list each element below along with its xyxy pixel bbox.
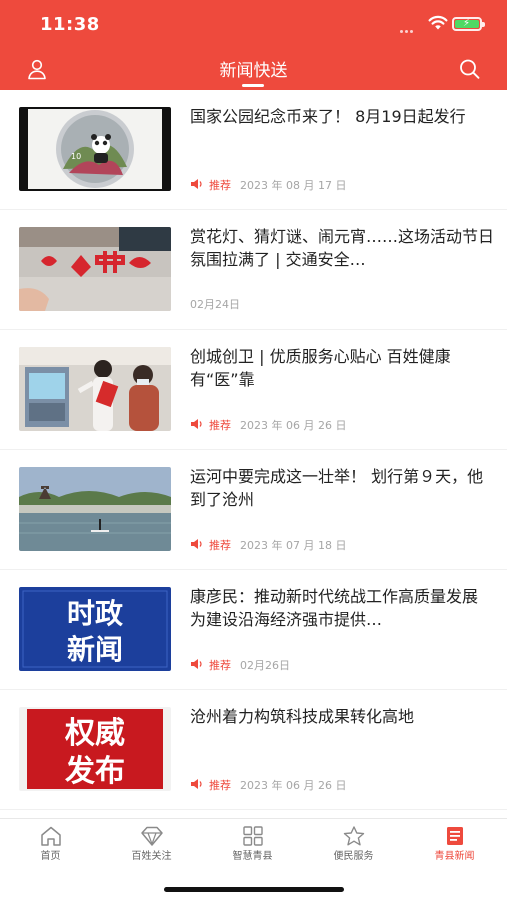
- signal-icon: [400, 30, 418, 34]
- news-item[interactable]: 时政 新闻 康彦民：推动新时代统战工作高质量发展 为建设沿海经济强市提供… 推荐…: [0, 570, 507, 690]
- news-date: 2023 年 08 月 17 日: [240, 179, 347, 192]
- current-affairs-banner: 时政 新闻: [19, 587, 171, 671]
- news-title[interactable]: 赏花灯、猜灯谜、闹元宵……这场活动节日氛围拉满了 | 交通安全…: [190, 225, 495, 271]
- news-meta: 推荐 2023 年 06 月 26 日: [190, 418, 346, 432]
- paper-cutting-image: [19, 227, 171, 311]
- news-icon: [446, 827, 463, 845]
- app-header: 11:38 ⚡ 新闻快送: [0, 0, 507, 90]
- title-indicator: [242, 84, 264, 87]
- speaker-icon: [191, 659, 202, 669]
- home-indicator[interactable]: [164, 887, 344, 892]
- news-date: 2023 年 06 月 26 日: [240, 419, 347, 432]
- news-date: 2023 年 06 月 26 日: [240, 779, 347, 792]
- status-bar: 11:38 ⚡: [0, 0, 507, 48]
- authoritative-release-banner: 权威 发布: [19, 707, 171, 791]
- tab-label: 青县新闻: [434, 851, 475, 862]
- page-title: 新闻快送: [219, 61, 288, 81]
- news-date: 02月24日: [190, 298, 240, 311]
- news-date: 02月26日: [240, 659, 290, 672]
- news-tag: 推荐: [209, 779, 231, 792]
- tab-label: 百姓关注: [131, 851, 172, 862]
- news-meta: 推荐 2023 年 07 月 18 日: [190, 538, 346, 552]
- tab-label: 智慧青县: [232, 851, 273, 862]
- battery-icon: ⚡: [452, 17, 485, 31]
- news-date: 2023 年 07 月 18 日: [240, 539, 347, 552]
- news-thumbnail: [19, 467, 171, 551]
- status-time: 11:38: [40, 14, 100, 35]
- tab-citizen-focus[interactable]: 百姓关注: [101, 825, 202, 869]
- news-meta: 推荐 2023 年 06 月 26 日: [190, 778, 346, 792]
- news-thumbnail: [19, 347, 171, 431]
- navbar: 新闻快送: [0, 48, 507, 90]
- news-thumbnail: 10: [19, 107, 171, 191]
- speaker-icon: [191, 179, 202, 189]
- news-meta: 推荐 02月26日: [190, 658, 290, 672]
- tab-smart-county[interactable]: 智慧青县: [202, 825, 303, 869]
- news-item[interactable]: 10 国家公园纪念币来了！ 8月19日起发行 推荐 2023 年 08 月 17 …: [0, 90, 507, 210]
- panda-coin-image: 10: [19, 107, 171, 191]
- diamond-icon: [140, 826, 163, 846]
- banner-text-line1: 权威: [64, 716, 125, 751]
- svg-text:10: 10: [71, 152, 81, 161]
- tab-bar: 首页 百姓关注 智慧青县 便民服务 青县新闻: [0, 818, 507, 900]
- news-title[interactable]: 创城创卫 | 优质服务心贴心 百姓健康有“医”靠: [190, 345, 495, 391]
- news-tag: 推荐: [209, 179, 231, 192]
- speaker-icon: [191, 419, 202, 429]
- banner-text-line2: 新闻: [67, 633, 123, 666]
- news-item[interactable]: 创城创卫 | 优质服务心贴心 百姓健康有“医”靠 推荐 2023 年 06 月 2…: [0, 330, 507, 450]
- news-thumbnail: 时政 新闻: [19, 587, 171, 671]
- hospital-kiosk-image: [19, 347, 171, 431]
- news-thumbnail: [19, 227, 171, 311]
- speaker-icon: [191, 539, 202, 549]
- news-title[interactable]: 沧州着力构筑科技成果转化高地: [190, 705, 495, 728]
- news-meta: 02月24日: [190, 298, 240, 312]
- tab-county-news[interactable]: 青县新闻: [404, 825, 505, 869]
- news-list[interactable]: 10 国家公园纪念币来了！ 8月19日起发行 推荐 2023 年 08 月 17 …: [0, 90, 507, 818]
- banner-text-line2: 发布: [64, 754, 125, 789]
- news-title[interactable]: 运河中要完成这一壮举！ 划行第９天，他到了沧州: [190, 465, 495, 511]
- speaker-icon: [191, 779, 202, 789]
- tab-home[interactable]: 首页: [0, 825, 101, 869]
- news-meta: 推荐 2023 年 08 月 17 日: [190, 178, 346, 192]
- canal-image: [19, 467, 171, 551]
- news-tag: 推荐: [209, 419, 231, 432]
- news-title[interactable]: 国家公园纪念币来了！ 8月19日起发行: [190, 105, 495, 128]
- news-tag: 推荐: [209, 539, 231, 552]
- news-tag: 推荐: [209, 659, 231, 672]
- news-title[interactable]: 康彦民：推动新时代统战工作高质量发展 为建设沿海经济强市提供…: [190, 585, 495, 631]
- banner-text-line1: 时政: [67, 597, 123, 630]
- home-icon: [40, 826, 61, 846]
- news-item[interactable]: 运河中要完成这一壮举！ 划行第９天，他到了沧州 推荐 2023 年 07 月 18…: [0, 450, 507, 570]
- news-thumbnail: 权威 发布: [19, 707, 171, 791]
- tab-label: 便民服务: [333, 851, 374, 862]
- tab-public-service[interactable]: 便民服务: [303, 825, 404, 869]
- wifi-icon: [428, 15, 448, 30]
- grid-icon: [242, 826, 263, 846]
- news-item[interactable]: 赏花灯、猜灯谜、闹元宵……这场活动节日氛围拉满了 | 交通安全… 02月24日: [0, 210, 507, 330]
- news-item[interactable]: 权威 发布 沧州着力构筑科技成果转化高地 推荐 2023 年 06 月 26 日: [0, 690, 507, 810]
- star-icon: [343, 826, 364, 846]
- tab-label: 首页: [40, 851, 61, 862]
- search-icon[interactable]: [458, 58, 482, 80]
